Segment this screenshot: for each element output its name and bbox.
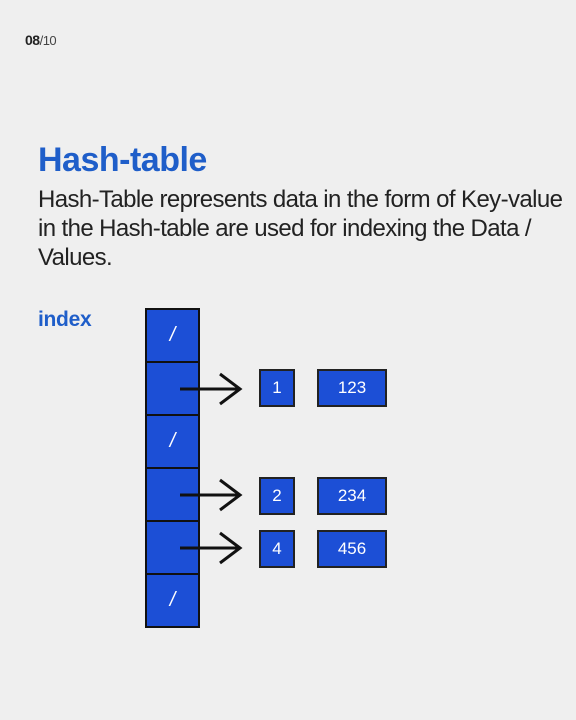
- entry-key: 1: [259, 369, 295, 407]
- entry-key: 4: [259, 530, 295, 568]
- index-slot-0: /: [145, 308, 200, 363]
- entry-key: 2: [259, 477, 295, 515]
- page-title: Hash-table: [38, 141, 207, 179]
- index-slot-2: /: [145, 414, 200, 469]
- hash-entry: 2 234: [259, 477, 387, 515]
- page-number: 08/10: [25, 32, 57, 48]
- index-slot-5: /: [145, 573, 200, 628]
- page-number-current: 08: [25, 32, 40, 48]
- arrow-right-icon: [180, 531, 243, 565]
- entry-value: 456: [317, 530, 387, 568]
- hash-table-index-column: / / /: [145, 308, 200, 628]
- hash-entry: 1 123: [259, 369, 387, 407]
- page-number-total: /10: [39, 33, 57, 48]
- description-text: Hash-Table represents data in the form o…: [38, 186, 563, 271]
- entry-value: 234: [317, 477, 387, 515]
- entry-value: 123: [317, 369, 387, 407]
- arrow-right-icon: [180, 478, 243, 512]
- hash-entry: 4 456: [259, 530, 387, 568]
- arrow-right-icon: [180, 372, 243, 406]
- index-label: index: [38, 308, 92, 331]
